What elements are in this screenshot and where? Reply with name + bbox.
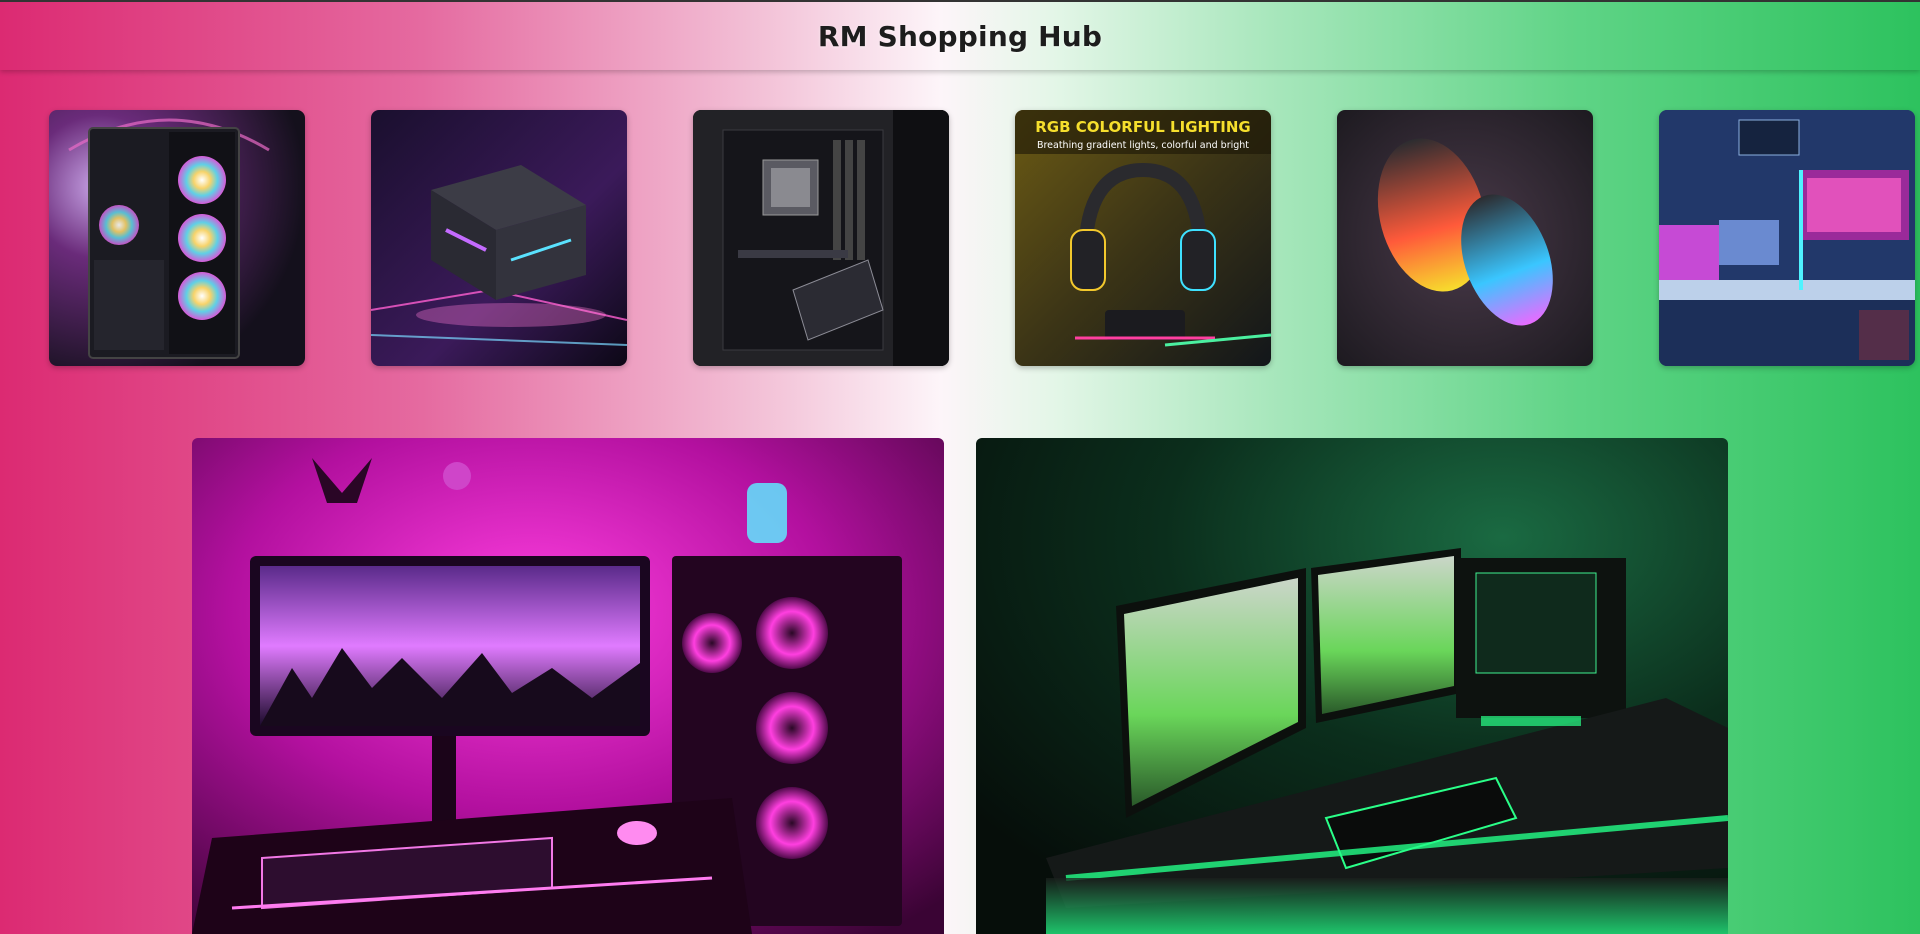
green-setup-image — [976, 438, 1728, 934]
motherboard-image — [693, 110, 949, 366]
product-thumb-gaming-mice[interactable] — [1337, 110, 1593, 366]
hero-image-pink-setup[interactable] — [192, 438, 944, 934]
headset-subcaption: Breathing gradient lights, colorful and … — [1037, 140, 1249, 151]
gaming-mice-image — [1337, 110, 1593, 366]
site-header: RM Shopping Hub — [0, 0, 1920, 70]
product-thumbnail-row: RGB COLORFUL LIGHTING Breathing gradient… — [49, 110, 1920, 366]
pc-case-image — [49, 110, 305, 366]
product-thumb-motherboard[interactable] — [693, 110, 949, 366]
product-thumb-pc-case[interactable] — [49, 110, 305, 366]
power-supply-image — [371, 110, 627, 366]
headset-caption: RGB COLORFUL LIGHTING — [1035, 118, 1251, 136]
site-title: RM Shopping Hub — [817, 20, 1103, 53]
product-thumb-headset[interactable]: RGB COLORFUL LIGHTING Breathing gradient… — [1015, 110, 1271, 366]
product-thumb-gaming-room[interactable] — [1659, 110, 1915, 366]
product-thumb-power-supply[interactable] — [371, 110, 627, 366]
hero-image-green-setup[interactable] — [976, 438, 1728, 934]
headset-image: RGB COLORFUL LIGHTING Breathing gradient… — [1015, 110, 1271, 366]
pink-setup-image — [192, 438, 944, 934]
gaming-room-image — [1659, 110, 1915, 366]
